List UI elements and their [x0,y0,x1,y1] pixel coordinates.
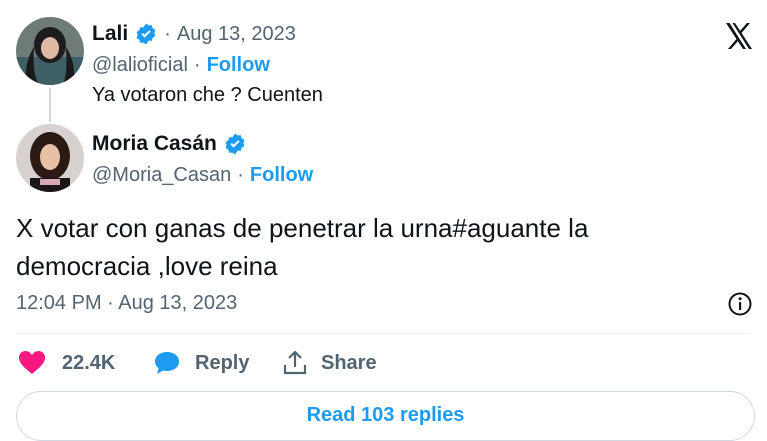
avatar-moria[interactable] [16,124,84,192]
author-name-moria[interactable]: Moria Casán [92,132,217,156]
like-count: 22.4K [62,351,116,374]
reply-parent-text: Ya votaron che ? Cuenten [92,84,323,106]
reply-label: Reply [195,351,250,374]
author-name-lali[interactable]: Lali [92,22,128,46]
speech-bubble-icon [155,352,179,374]
read-replies-button[interactable]: Read 103 replies [16,391,755,441]
tweet-timestamp[interactable]: 12:04 PM · Aug 13, 2023 [16,292,237,315]
x-logo-icon[interactable] [723,20,755,52]
separator-dot: · [193,53,201,76]
share-button[interactable]: Share [283,348,377,378]
separator-dot: · [164,22,171,45]
share-icon [283,350,307,375]
divider [16,333,751,334]
info-icon[interactable] [727,291,753,317]
author-handle-moria[interactable]: @Moria_Casan [92,164,231,187]
tweet-text-line-2: democracia ,love reina [16,251,278,281]
verified-badge-icon [136,23,156,45]
avatar-lali[interactable] [16,17,84,85]
author-handle-lali[interactable]: @lalioficial [92,54,188,77]
verified-badge-icon [225,133,245,155]
separator-dot: · [237,163,244,186]
share-label: Share [321,351,377,374]
reply-button[interactable]: Reply [153,348,249,378]
like-button[interactable]: 22.4K [18,348,115,378]
follow-button-moria[interactable]: Follow [250,164,313,187]
tweet-text-line-1: X votar con ganas de penetrar la urna#ag… [16,213,589,243]
follow-button-lali[interactable]: Follow [207,54,270,77]
heart-icon [19,351,45,374]
thread-connector [49,88,51,122]
post-date-lali[interactable]: Aug 13, 2023 [177,23,296,46]
